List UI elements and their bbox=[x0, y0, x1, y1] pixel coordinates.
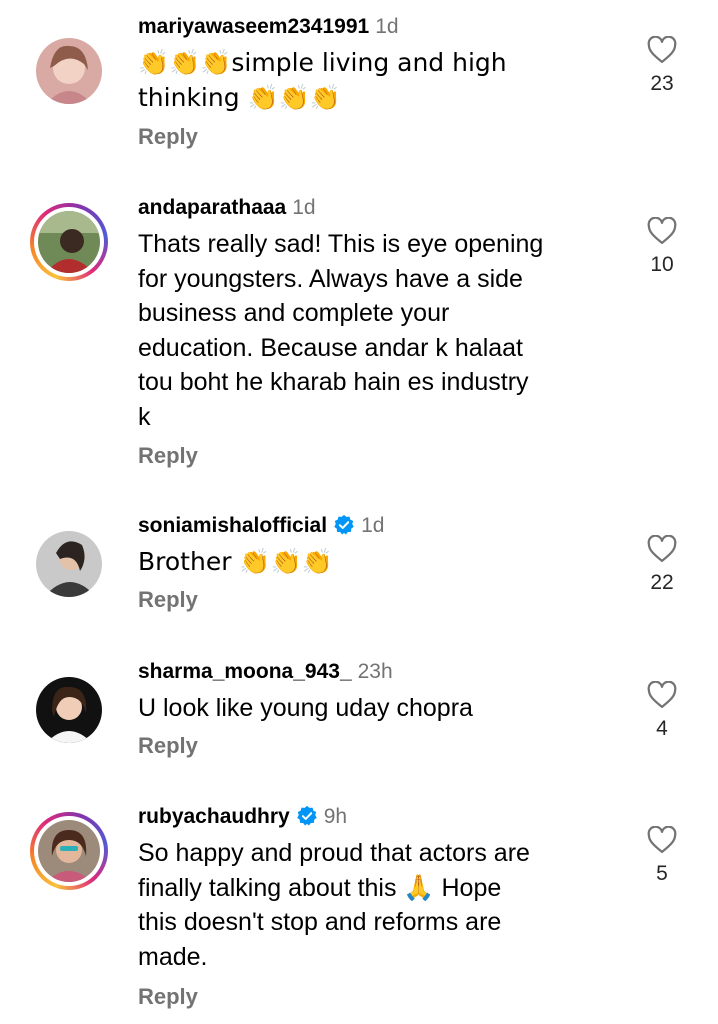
avatar-image bbox=[36, 531, 102, 597]
like-count: 23 bbox=[650, 72, 674, 95]
comment-time: 1d bbox=[292, 196, 316, 219]
avatar-image bbox=[38, 820, 100, 882]
comment-username[interactable]: andaparathaaa bbox=[138, 196, 286, 219]
comment-time: 1d bbox=[361, 514, 385, 537]
avatar[interactable] bbox=[30, 32, 108, 110]
avatar[interactable] bbox=[30, 671, 108, 749]
comment-text: So happy and proud that actors are final… bbox=[138, 839, 530, 971]
like-button[interactable]: 22 bbox=[640, 535, 684, 595]
reply-button[interactable]: Reply bbox=[138, 443, 198, 469]
like-count: 4 bbox=[656, 717, 668, 740]
like-button[interactable]: 4 bbox=[640, 681, 684, 741]
heart-outline-icon bbox=[647, 681, 677, 708]
comment-username[interactable]: rubyachaudhry bbox=[138, 805, 290, 828]
comment-username[interactable]: sharma_moona_943_ bbox=[138, 660, 352, 683]
avatar-image bbox=[36, 677, 102, 743]
heart-outline-icon bbox=[647, 217, 677, 244]
comment-time: 9h bbox=[323, 805, 348, 828]
avatar[interactable] bbox=[30, 525, 108, 603]
heart-outline-icon bbox=[647, 36, 677, 63]
heart-outline-icon bbox=[647, 826, 677, 853]
comment-time: 1d bbox=[375, 15, 399, 38]
comment-meta: sharma_moona_943_ 23h bbox=[138, 659, 393, 685]
verified-badge-icon bbox=[297, 805, 317, 826]
heart-outline-icon bbox=[647, 535, 677, 562]
comment-username[interactable]: soniamishalofficial bbox=[138, 514, 327, 537]
like-button[interactable]: 5 bbox=[640, 826, 684, 886]
like-count: 5 bbox=[656, 862, 668, 885]
comment-meta: andaparathaaa 1d bbox=[138, 195, 316, 221]
comment-time: 23h bbox=[357, 660, 393, 683]
reply-button[interactable]: Reply bbox=[138, 984, 198, 1010]
like-button[interactable]: 23 bbox=[640, 36, 684, 96]
reply-button[interactable]: Reply bbox=[138, 733, 198, 759]
avatar[interactable] bbox=[30, 203, 108, 281]
comment-text: Thats really sad! This is eye opening fo… bbox=[138, 230, 544, 431]
verified-badge-icon bbox=[334, 514, 354, 535]
like-count: 22 bbox=[650, 571, 674, 594]
comment-meta: rubyachaudhry 9h bbox=[138, 804, 347, 830]
like-count: 10 bbox=[650, 253, 674, 276]
comment-meta: mariyawaseem2341991 1d bbox=[138, 14, 399, 40]
reply-button[interactable]: Reply bbox=[138, 587, 198, 613]
comment-text: U look like young uday chopra bbox=[138, 694, 473, 722]
avatar[interactable] bbox=[30, 812, 108, 890]
comment-meta: soniamishalofficial 1d bbox=[138, 513, 384, 539]
avatar-image bbox=[38, 211, 100, 273]
like-button[interactable]: 10 bbox=[640, 217, 684, 277]
comment-text: 👏👏👏simple living and high thinking 👏👏👏 bbox=[138, 48, 507, 112]
comment-username[interactable]: mariyawaseem2341991 bbox=[138, 15, 369, 38]
avatar-image bbox=[36, 38, 102, 104]
reply-button[interactable]: Reply bbox=[138, 124, 198, 150]
comment-text: Brother 👏👏👏 bbox=[138, 547, 333, 576]
